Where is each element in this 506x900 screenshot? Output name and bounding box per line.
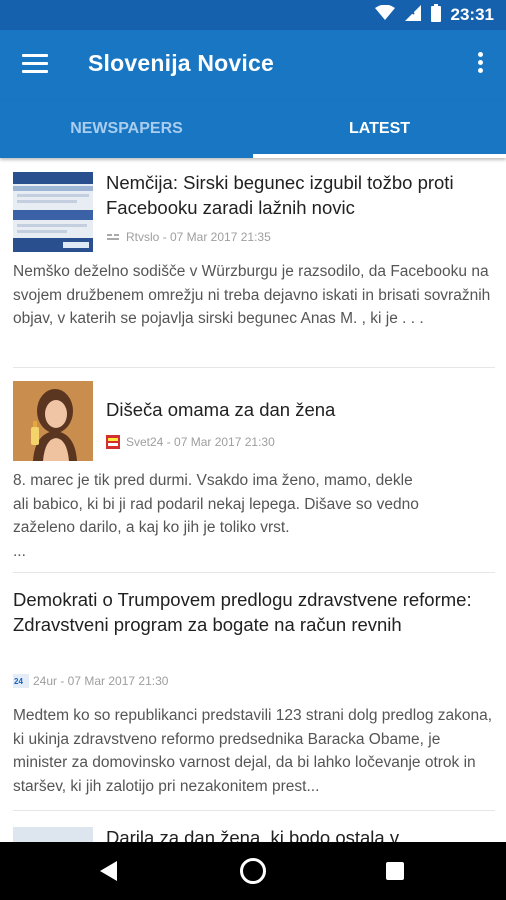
article-thumbnail: [13, 827, 93, 842]
article-headline[interactable]: Dišeča omama za dan žena: [106, 397, 496, 422]
source-logo-icon: 24: [13, 674, 29, 688]
excerpt-line: 8. marec je tik pred durmi. Vsakdo ima ž…: [13, 472, 413, 489]
tab-newspapers[interactable]: NEWSPAPERS: [0, 100, 253, 158]
tab-indicator: [253, 154, 506, 158]
app-bar: Slovenija Novice: [0, 30, 506, 100]
svg-text:24: 24: [14, 677, 23, 686]
tab-bar: NEWSPAPERS LATEST: [0, 100, 506, 158]
news-feed[interactable]: Nemčija: Sirski begunec izgubil tožbo pr…: [0, 160, 506, 842]
app-title: Slovenija Novice: [88, 50, 274, 76]
article-item[interactable]: Demokrati o Trumpovem predlogu zdravstve…: [0, 573, 506, 813]
article-excerpt: 8. marec je tik pred durmi. Vsakdo ima ž…: [13, 469, 495, 563]
signal-icon: [404, 4, 421, 26]
source-text: Rtvslo - 07 Mar 2017 21:35: [126, 230, 271, 244]
divider: [13, 810, 495, 811]
article-source: 24 24ur - 07 Mar 2017 21:30: [13, 674, 168, 688]
article-item[interactable]: Nemčija: Sirski begunec izgubil tožbo pr…: [0, 160, 506, 368]
article-source: Svet24 - 07 Mar 2017 21:30: [106, 435, 275, 449]
wifi-icon: [374, 4, 395, 26]
source-logo-icon: [106, 230, 120, 244]
article-headline[interactable]: Demokrati o Trumpovem predlogu zdravstve…: [13, 587, 483, 637]
more-options-icon[interactable]: [478, 52, 484, 76]
article-excerpt: Medtem ko so republikanci predstavili 12…: [13, 707, 493, 795]
recent-apps-icon[interactable]: [386, 862, 404, 880]
source-text: 24ur - 07 Mar 2017 21:30: [33, 674, 169, 688]
battery-icon: [430, 3, 441, 27]
status-bar: 23:31: [0, 0, 506, 30]
article-excerpt: Nemško deželno sodišče v Würzburgu je ra…: [13, 263, 491, 327]
tab-latest[interactable]: LATEST: [253, 100, 506, 158]
article-headline[interactable]: Darila za dan žena, ki bodo ostala v: [106, 825, 496, 842]
source-text: Svet24 - 07 Mar 2017 21:30: [126, 435, 275, 449]
menu-icon[interactable]: [22, 54, 48, 74]
article-headline[interactable]: Nemčija: Sirski begunec izgubil tožbo pr…: [106, 170, 496, 220]
home-icon[interactable]: [240, 858, 266, 884]
source-logo-icon: [106, 435, 120, 449]
article-item[interactable]: Darila za dan žena, ki bodo ostala v: [0, 813, 506, 842]
clock: 23:31: [450, 5, 494, 24]
article-thumbnail: [13, 172, 93, 252]
article-item[interactable]: Dišeča omama za dan žena Svet24 - 07 Mar…: [0, 368, 506, 573]
excerpt-line: ali babico, ki bi ji rad podaril nekaj l…: [13, 495, 419, 513]
system-nav-bar: [0, 842, 506, 900]
excerpt-line: ...: [13, 542, 26, 560]
excerpt-line: zaželeno darilo, a kaj ko jih je toliko …: [13, 519, 290, 536]
article-thumbnail: [13, 381, 93, 461]
article-source: Rtvslo - 07 Mar 2017 21:35: [106, 230, 271, 244]
back-icon[interactable]: [100, 861, 117, 881]
